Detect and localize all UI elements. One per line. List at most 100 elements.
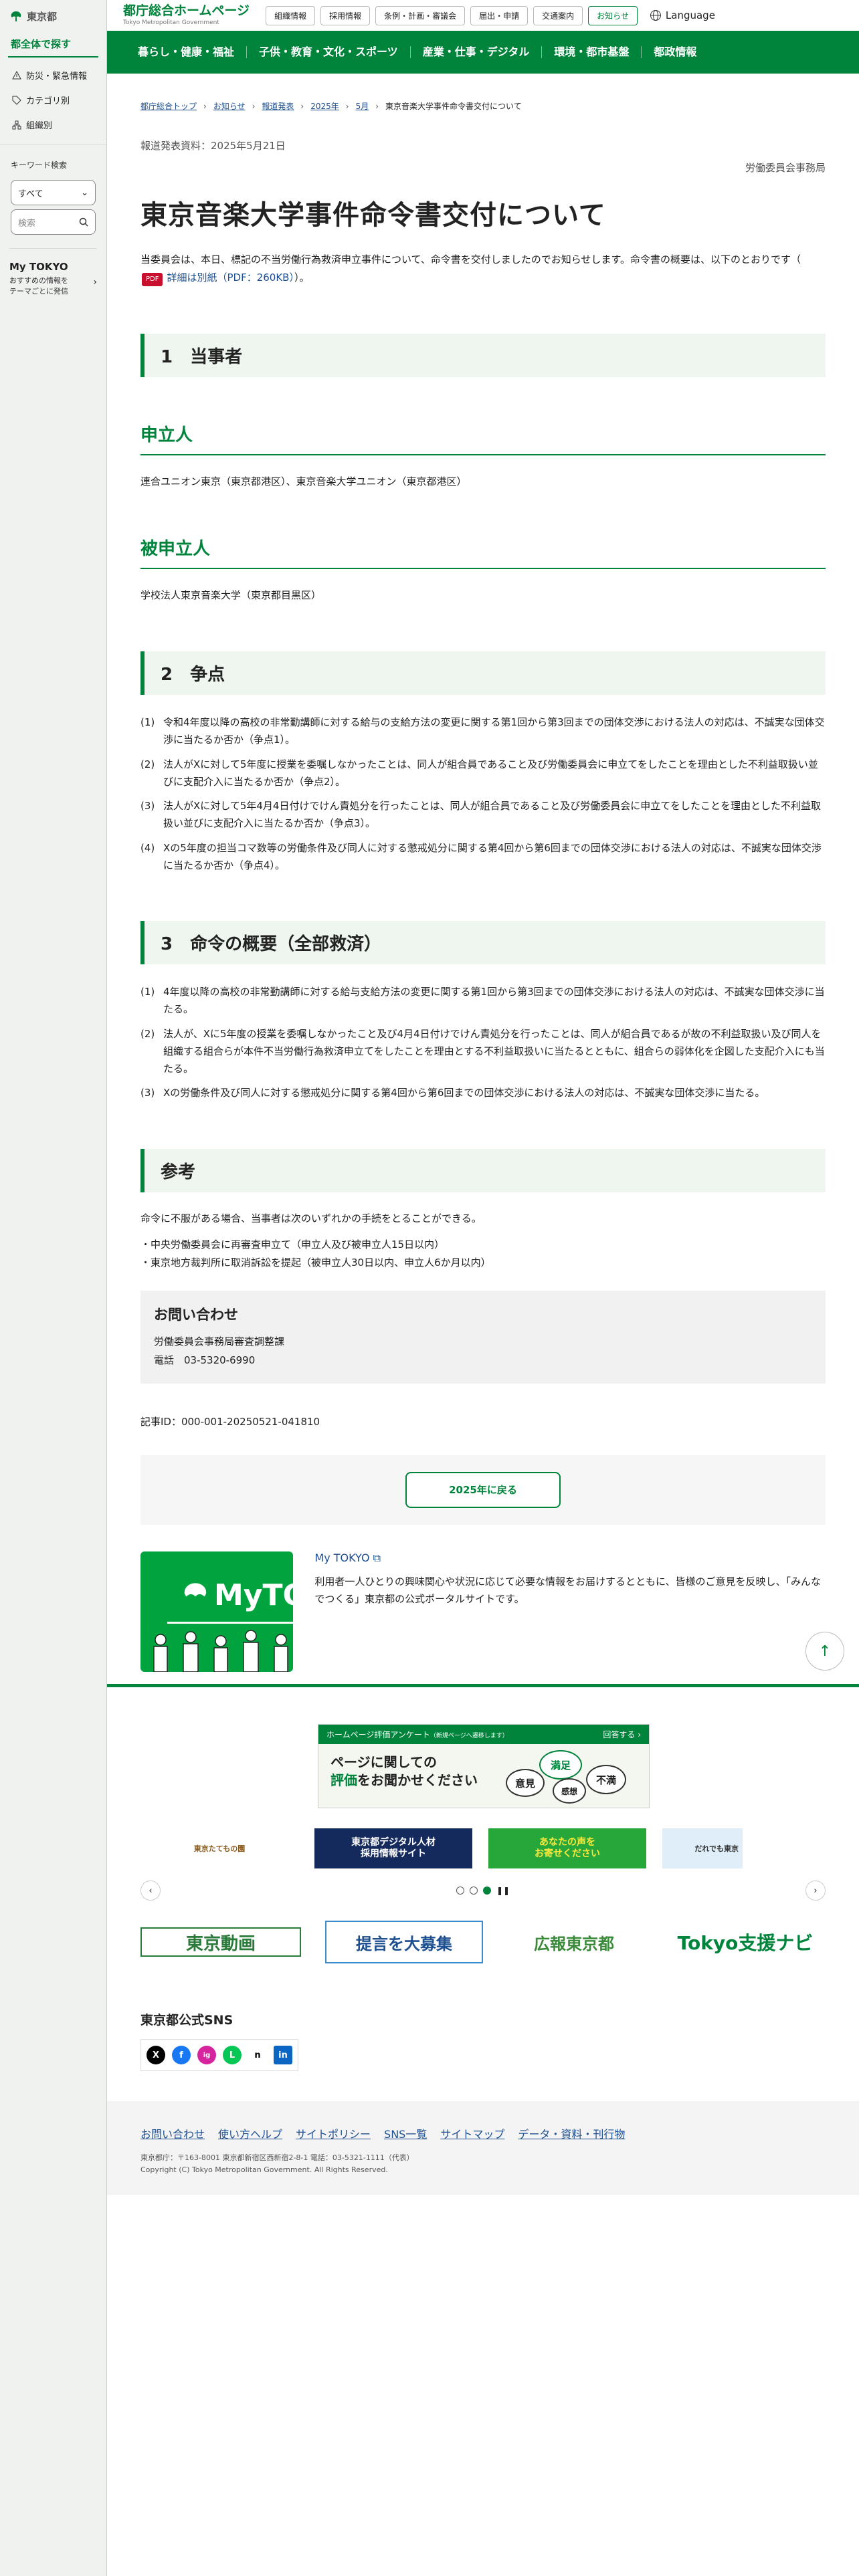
banner-digital-recruit[interactable]: 東京都デジタル人材 採用情報サイト: [314, 1828, 472, 1868]
list-text: 法人が、Xに5年度の授業を委嘱しなかったこと及び4月4日付けでけん責処分を行った…: [163, 1027, 825, 1075]
breadcrumb-news[interactable]: お知らせ: [213, 100, 246, 112]
footer: お問い合わせ 使い方ヘルプ サイトポリシー SNS一覧 サイトマップ データ・資…: [107, 2101, 859, 2195]
sidebar-item-organization[interactable]: 組織別: [0, 112, 106, 137]
reference-list: 中央労働委員会に再審査申立て（申立人及び被申立人15日以内） 東京地方裁判所に取…: [140, 1236, 826, 1272]
banner-daredemo[interactable]: だれでも東京: [662, 1828, 743, 1868]
banner-tokyo-douga[interactable]: 東京動画: [140, 1927, 301, 1957]
lead-text: 当委員会は、本日、標記の不当労働行為救済申立事件について、命令書を交付しましたの…: [140, 253, 801, 265]
list-item: 東京地方裁判所に取消訴訟を提起（被申立人30日以内、申立人6か月以内）: [140, 1254, 826, 1272]
carousel-prev-button[interactable]: ‹: [140, 1881, 161, 1901]
list-text: 法人がXに対して5年4月4日付けでけん責処分を行ったことは、同人が組合員であるこ…: [163, 800, 822, 830]
respondent-heading: 被申立人: [140, 535, 826, 569]
footer-link-sitemap[interactable]: サイトマップ: [440, 2125, 504, 2141]
back-to-year-button[interactable]: 2025年に戻る: [405, 1471, 561, 1508]
order-summary-list: (1) 4年度以降の高校の非常勤講師に対する給与支給方法の変更に関する第1回から第…: [140, 983, 826, 1102]
sidebar-item-category[interactable]: カテゴリ別: [0, 88, 106, 112]
sidebar-item-disaster[interactable]: 防災・緊急情報: [0, 63, 106, 88]
banner-your-voice[interactable]: あなたの声を お寄せください: [488, 1828, 646, 1868]
list-item: (4) Xの5年度の担当コマ数等の労働条件及び同人に対する懲戒処分に関する第4回か…: [140, 839, 826, 875]
footer-link-data[interactable]: データ・資料・刊行物: [518, 2125, 625, 2141]
banner-teigen[interactable]: 提言を大募集: [325, 1921, 483, 1963]
mytokyo-link-label: My TOKYO: [314, 1551, 370, 1564]
list-item: (1) 4年度以降の高校の非常勤講師に対する給与支給方法の変更に関する第1回から第…: [140, 983, 826, 1018]
list-number: (3): [140, 800, 155, 812]
linkedin-icon[interactable]: in: [274, 2046, 292, 2064]
carousel-next-button[interactable]: ›: [805, 1881, 826, 1901]
list-number: (2): [140, 1027, 155, 1040]
word-bubble: 意見: [506, 1769, 545, 1797]
sidebar-item-label: 防災・緊急情報: [26, 72, 88, 82]
footer-link-sns[interactable]: SNS一覧: [384, 2125, 427, 2141]
chevron-right-icon: ›: [93, 277, 97, 288]
mytokyo-brand: MyTOKYO: [181, 1578, 293, 1612]
footer-link-contact[interactable]: お問い合わせ: [140, 2125, 205, 2141]
mytokyo-sidebar-title: My TOKYO: [9, 261, 68, 273]
alert-icon: [12, 70, 21, 79]
mytokyo-link[interactable]: My TOKYO ⧉: [314, 1551, 381, 1564]
x-icon[interactable]: X: [147, 2046, 165, 2064]
banner-support-navi[interactable]: Tokyo支援ナビ: [665, 1922, 826, 1962]
carousel-dot[interactable]: [456, 1887, 464, 1895]
issues-list: (1) 令和4年度以降の高校の非常勤講師に対する給与の支給方法の変更に関する第1回…: [140, 714, 826, 874]
survey-banner[interactable]: ホームページ評価アンケート（新規ページへ遷移します） 回答する › ページに関し…: [318, 1724, 650, 1808]
list-text: Xの労働条件及び同人に対する懲戒処分に関する第4回から第6回までの団体交渉におけ…: [163, 1087, 765, 1099]
article-id: 記事ID：000-001-20250521-041810: [140, 1415, 320, 1428]
logo-text: 東京都: [27, 11, 58, 23]
topnav-ordinance[interactable]: 条例・計画・審議会: [375, 5, 466, 25]
search-scope-select[interactable]: すべて ⌄: [11, 180, 96, 205]
chevron-left-icon: ‹: [149, 1885, 153, 1896]
back-area: 2025年に戻る: [140, 1455, 826, 1525]
gnav-life[interactable]: 暮らし・健康・福祉: [126, 46, 248, 58]
facebook-icon[interactable]: f: [172, 2046, 191, 2064]
gnav-government[interactable]: 都政情報: [642, 46, 708, 58]
topnav-application[interactable]: 届出・申請: [470, 5, 529, 25]
carousel-dot[interactable]: [469, 1887, 478, 1895]
word-bubble: 不満: [586, 1765, 626, 1794]
sns-icons: X f ig L n in: [140, 2039, 298, 2071]
survey-header-note: （新規ページへ遷移します）: [430, 1733, 508, 1739]
banner-carousel: 東京たてもの園 東京都デジタル人材 採用情報サイト あなたの声を お寄せください…: [140, 1828, 826, 1868]
banner-koho-tokyo[interactable]: 広報東京都: [507, 1922, 641, 1962]
sns-heading: 東京都公式SNS: [140, 2013, 233, 2028]
contact-tel: 電話 03-5320-6990: [154, 1354, 256, 1366]
gnav-industry[interactable]: 産業・仕事・デジタル: [411, 46, 543, 58]
word-bubble: 満足: [539, 1750, 582, 1780]
gnav-environment[interactable]: 環境・都市基盤: [542, 46, 642, 58]
copyright: Copyright (C) Tokyo Metropolitan Governm…: [140, 2165, 388, 2174]
main-content: 都庁総合トップ › お知らせ › 報道発表 › 2025年 › 5月 › 東京音楽大学事件…: [140, 74, 826, 1672]
gnav-education[interactable]: 子供・教育・文化・スポーツ: [247, 46, 411, 58]
mytokyo-sidebar-link[interactable]: My TOKYO おすすめの情報を テーマごとに発信 ›: [9, 248, 97, 297]
ginkgo-logo-icon: [11, 11, 21, 21]
breadcrumb-press[interactable]: 報道発表: [262, 100, 294, 112]
topnav-news[interactable]: お知らせ: [588, 5, 638, 25]
back-to-top-button[interactable]: ↑: [805, 1632, 844, 1671]
note-icon[interactable]: n: [248, 2046, 267, 2064]
survey-line2-em: 評価: [330, 1772, 357, 1788]
survey-answer-label: 回答する ›: [603, 1730, 641, 1739]
reference-intro: 命令に不服がある場合、当事者は次のいずれかの手続をとることができる。: [140, 1212, 482, 1224]
site-logo[interactable]: 東京都: [0, 0, 106, 30]
language-button[interactable]: Language: [650, 9, 715, 21]
lead-end: ）。: [294, 272, 310, 284]
banner-tatemono[interactable]: 東京たてもの園: [140, 1828, 298, 1868]
pause-icon[interactable]: ❚❚: [496, 1886, 510, 1895]
breadcrumb-month[interactable]: 5月: [356, 100, 369, 112]
instagram-icon[interactable]: ig: [197, 2046, 216, 2064]
carousel-dot-active[interactable]: [482, 1887, 491, 1895]
search-input[interactable]: 検索: [11, 209, 96, 235]
topnav-organization[interactable]: 組織情報: [266, 5, 316, 25]
breadcrumb-year[interactable]: 2025年: [310, 100, 339, 112]
contact-box: お問い合わせ 労働委員会事務局審査調整課 電話 03-5320-6990: [140, 1290, 826, 1384]
topnav-recruit[interactable]: 採用情報: [320, 5, 371, 25]
breadcrumb-top[interactable]: 都庁総合トップ: [140, 100, 197, 112]
line-icon[interactable]: L: [223, 2046, 242, 2064]
list-text: 4年度以降の高校の非常勤講師に対する給与支給方法の変更に関する第1回から第3回ま…: [163, 986, 825, 1016]
footer-link-help[interactable]: 使い方ヘルプ: [218, 2125, 282, 2141]
footer-link-policy[interactable]: サイトポリシー: [296, 2125, 371, 2141]
tag-icon: [12, 96, 21, 105]
mytokyo-banner-image[interactable]: MyTOKYO: [140, 1551, 294, 1672]
header: 都庁総合ホームページ Tokyo Metropolitan Government…: [107, 0, 859, 31]
topnav-access[interactable]: 交通案内: [533, 5, 583, 25]
site-title-block[interactable]: 都庁総合ホームページ Tokyo Metropolitan Government: [123, 5, 250, 27]
detail-pdf-link[interactable]: 詳細は別紙（PDF：260KB）: [167, 272, 294, 284]
